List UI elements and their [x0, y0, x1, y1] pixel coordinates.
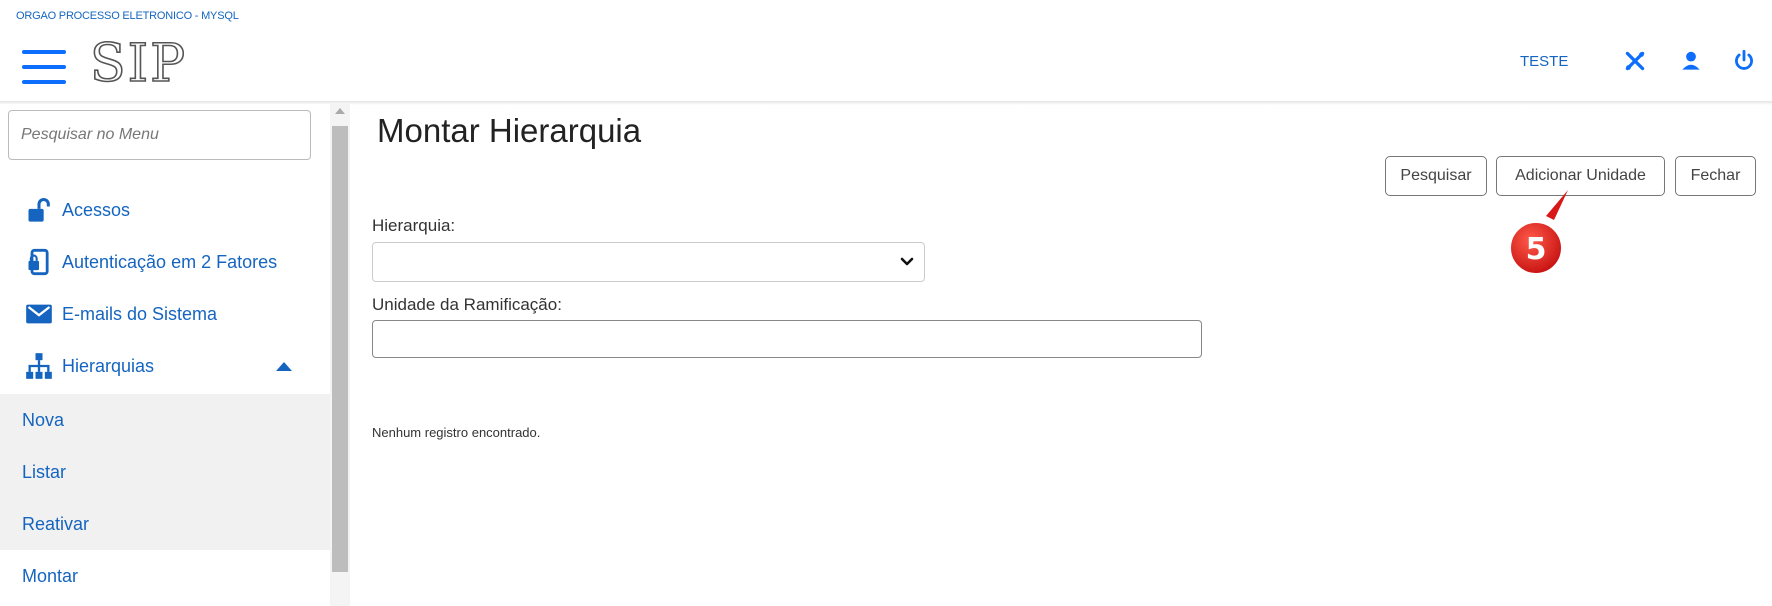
hierarchy-label: Hierarquia: [372, 216, 456, 235]
hierarchy-select[interactable] [372, 242, 925, 282]
chevron-down-icon [900, 257, 914, 266]
sidebar-item-label: Autenticação em 2 Fatores [62, 251, 278, 272]
scrollbar-thumb[interactable] [332, 126, 348, 572]
sidebar-subitem-montar[interactable]: Montar [0, 550, 330, 602]
tools-icon[interactable] [1622, 48, 1648, 74]
menu-search-input[interactable] [8, 110, 311, 160]
sidebar-item-label: Acessos [62, 199, 131, 220]
sidebar-item-autenticacao[interactable]: Autenticação em 2 Fatores [0, 236, 330, 288]
sidebar-subitem-reativar[interactable]: Reativar [0, 498, 330, 550]
caret-up-icon[interactable] [276, 361, 292, 371]
org-name: ORGAO PROCESSO ELETRONICO - MYSQL [16, 10, 239, 22]
page-title: Montar Hierarquia [377, 112, 642, 149]
step-callout-number: 5 [1525, 232, 1547, 267]
lock-open-icon [24, 195, 54, 225]
user-icon[interactable] [1678, 48, 1704, 74]
sidebar-item-hierarquias[interactable]: Hierarquias [0, 340, 330, 392]
step-callout-marker: 5 [1506, 188, 1576, 278]
sidebar-item-emails[interactable]: E-mails do Sistema [0, 288, 330, 340]
sidebar: Acessos Autenticação em 2 Fatores E-mail… [0, 104, 350, 606]
scroll-up-arrow-icon[interactable] [335, 108, 345, 114]
branch-unit-input[interactable] [372, 320, 1202, 358]
sidebar-item-label: Hierarquias [62, 355, 155, 376]
mobile-lock-icon [24, 247, 54, 277]
empty-results-message: Nenhum registro encontrado. [372, 425, 541, 440]
sidebar-subitem-listar[interactable]: Listar [0, 446, 330, 498]
hamburger-menu-icon[interactable] [22, 50, 66, 84]
sitemap-icon [24, 351, 54, 381]
search-button[interactable]: Pesquisar [1385, 156, 1487, 196]
sidebar-item-acessos[interactable]: Acessos [0, 184, 330, 236]
power-icon[interactable] [1731, 48, 1757, 74]
sidebar-scrollbar[interactable] [330, 104, 350, 606]
branch-unit-label: Unidade da Ramificação: [372, 295, 562, 314]
close-button[interactable]: Fechar [1675, 156, 1756, 196]
envelope-icon [24, 299, 54, 329]
sidebar-subitem-nova[interactable]: Nova [0, 394, 330, 446]
user-name[interactable]: TESTE [1520, 53, 1568, 70]
sidebar-item-label: E-mails do Sistema [62, 303, 218, 324]
app-logo[interactable]: SIP [89, 33, 187, 95]
